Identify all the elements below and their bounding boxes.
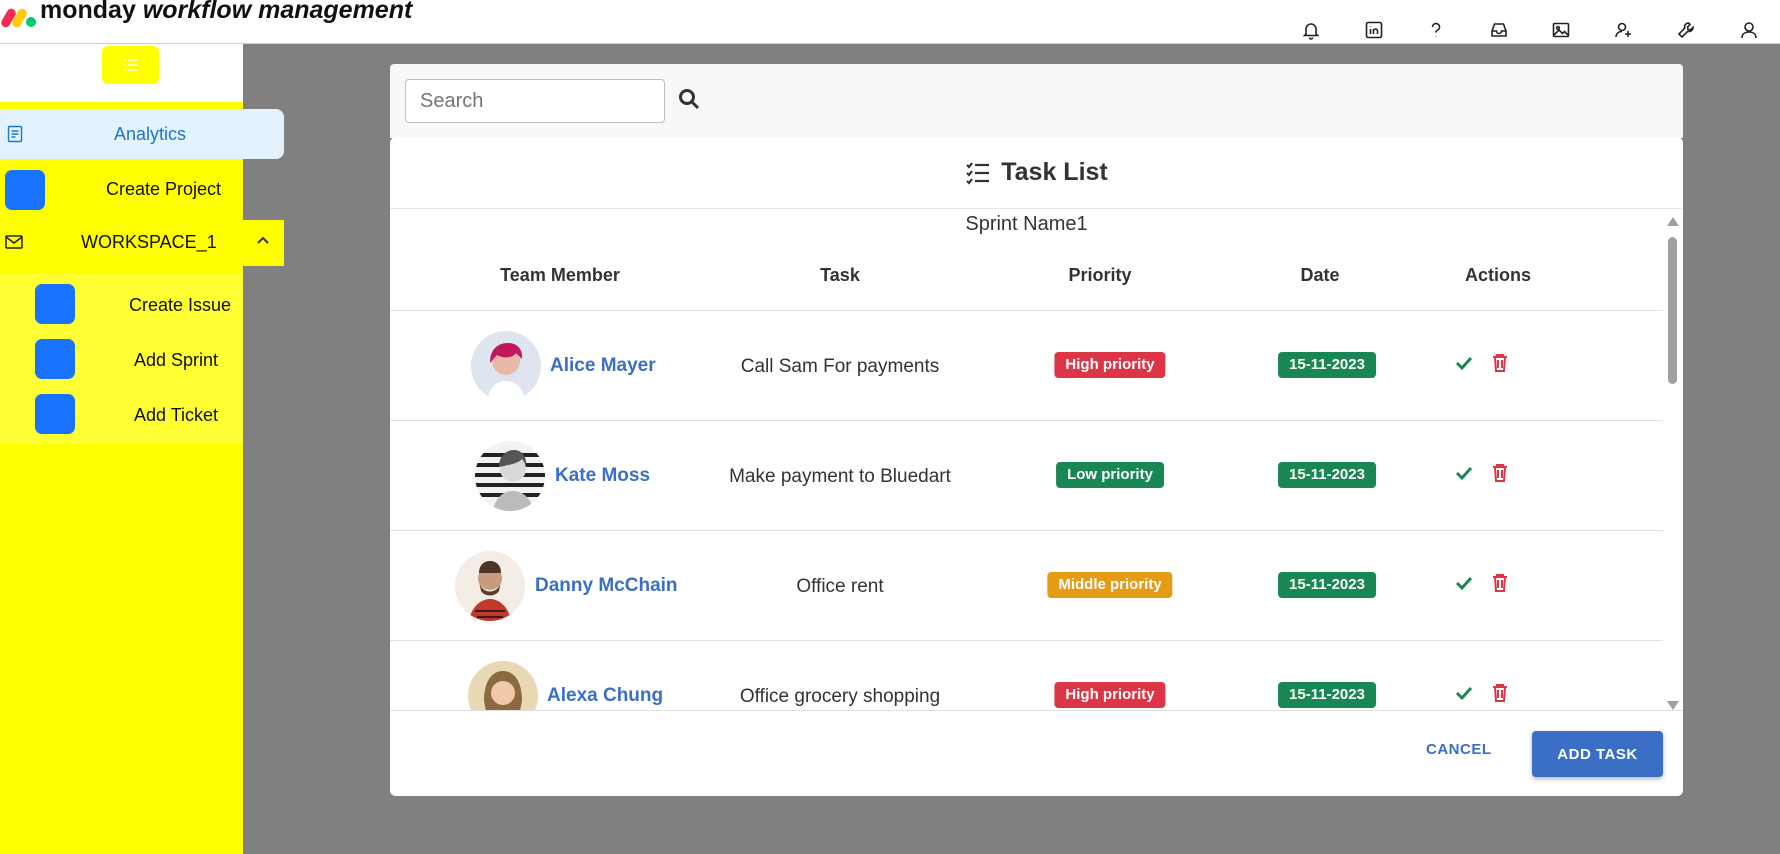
user-add-icon[interactable] [1593,18,1656,42]
workspace-label: WORKSPACE_1 [81,232,217,252]
column-header-date: Date [1300,265,1340,285]
menu-icon [123,59,138,71]
priority-badge: Low priority [1056,462,1164,488]
priority-badge: High priority [1054,352,1166,378]
table-row: Danny McChain Office rent Middle priorit… [390,531,1663,641]
sidebar-item-label: Add Sprint [134,350,219,370]
wrench-icon[interactable] [1655,18,1718,42]
bell-icon[interactable] [1280,18,1343,42]
sidebar-item-workspace[interactable]: WORKSPACE_1 [0,220,284,266]
table-row: Alice Mayer Call Sam For payments High p… [390,311,1663,421]
add-ticket-icon [35,394,75,434]
image-icon[interactable] [1530,18,1593,42]
sidebar-item-add-ticket[interactable]: Add Ticket [0,384,243,436]
scrollbar-thumb[interactable] [1668,237,1677,384]
table-row: Kate Moss Make payment to Bluedart Low p… [390,421,1663,531]
create-issue-icon [35,284,75,324]
task-text: Office grocery shopping [739,686,941,707]
search-input[interactable] [405,79,665,123]
sprint-name: Sprint Name1 [965,213,1088,235]
top-icon-bar [1280,18,1780,42]
chevron-up-icon[interactable] [256,235,270,245]
sidebar-item-label: Create Issue [129,295,232,315]
monday-logo-icon [0,2,40,32]
check-icon[interactable] [1452,681,1476,705]
member-name[interactable]: Alexa Chung [547,685,663,707]
search-bar [390,64,1683,138]
delete-icon[interactable] [1488,461,1512,485]
check-icon[interactable] [1452,461,1476,485]
task-list-icon [966,161,990,185]
avatar [455,551,525,621]
logo-tagline: workflow management [142,0,413,24]
sidebar-item-label: Analytics [113,123,187,144]
sidebar-header [0,44,243,106]
mail-icon [5,235,23,249]
scroll-up-icon[interactable] [1667,217,1679,226]
add-task-button[interactable]: ADD TASK [1532,731,1663,777]
table-header: Team Member Task Priority Date Actions [390,237,1663,311]
add-sprint-icon [35,339,75,379]
app-logo[interactable]: monday workflow management [0,0,412,32]
workspace-submenu: Create Issue Add Sprint Add Ticket [0,274,243,444]
column-header-actions: Actions [1464,265,1531,285]
top-bar: monday workflow management [0,0,1780,44]
dialog-header: Task List [390,137,1683,209]
task-list-dialog: Task List Sprint Name1 Team Member Task … [390,137,1683,796]
task-text: Call Sam For payments [740,356,940,377]
date-badge: 15-11-2023 [1278,572,1376,598]
avatar [468,661,538,711]
scroll-down-icon[interactable] [1667,701,1679,710]
check-icon[interactable] [1452,571,1476,595]
table-scrollbar[interactable] [1663,217,1683,717]
member-name[interactable]: Kate Moss [555,465,650,487]
task-text: Make payment to Bluedart [729,466,951,487]
avatar [471,331,541,401]
priority-badge: Middle priority [1047,572,1173,598]
column-header-member: Team Member [500,265,620,285]
member-name[interactable]: Alice Mayer [550,355,656,377]
column-header-priority: Priority [1068,265,1132,285]
date-badge: 15-11-2023 [1278,352,1376,378]
member-name[interactable]: Danny McChain [535,575,678,597]
user-icon[interactable] [1718,18,1780,42]
sidebar-toggle-button[interactable] [102,46,159,84]
task-table-body: Alice Mayer Call Sam For payments High p… [390,311,1663,711]
sidebar: Analytics Create Project WORKSPACE_1 Cre… [0,44,284,854]
dialog-footer: CANCEL ADD TASK [390,710,1683,796]
avatar [475,441,545,511]
search-icon[interactable] [678,88,702,112]
inbox-icon[interactable] [1468,18,1531,42]
help-icon[interactable] [1405,18,1468,42]
delete-icon[interactable] [1488,571,1512,595]
check-icon[interactable] [1452,351,1476,375]
delete-icon[interactable] [1488,681,1512,705]
date-badge: 15-11-2023 [1278,462,1376,488]
app-title: monday workflow management [40,0,412,25]
sidebar-item-analytics[interactable]: Analytics [0,109,284,159]
priority-badge: High priority [1054,682,1166,708]
cancel-button[interactable]: CANCEL [1426,741,1492,758]
sidebar-item-create-project[interactable]: Create Project [0,168,243,212]
table-row: Alexa Chung Office grocery shopping High… [390,641,1663,711]
create-project-icon [5,170,45,210]
dialog-title: Task List [1001,158,1108,186]
sidebar-item-label: Create Project [106,179,222,199]
sidebar-item-label: Add Ticket [134,405,219,425]
column-header-task: Task [820,265,860,285]
task-text: Office rent [796,576,884,597]
delete-icon[interactable] [1488,351,1512,375]
linkedin-icon[interactable] [1343,18,1406,42]
sidebar-item-add-sprint[interactable]: Add Sprint [0,329,243,381]
logo-word: monday [40,0,136,24]
sidebar-item-create-issue[interactable]: Create Issue [0,274,243,326]
date-badge: 15-11-2023 [1278,682,1376,708]
